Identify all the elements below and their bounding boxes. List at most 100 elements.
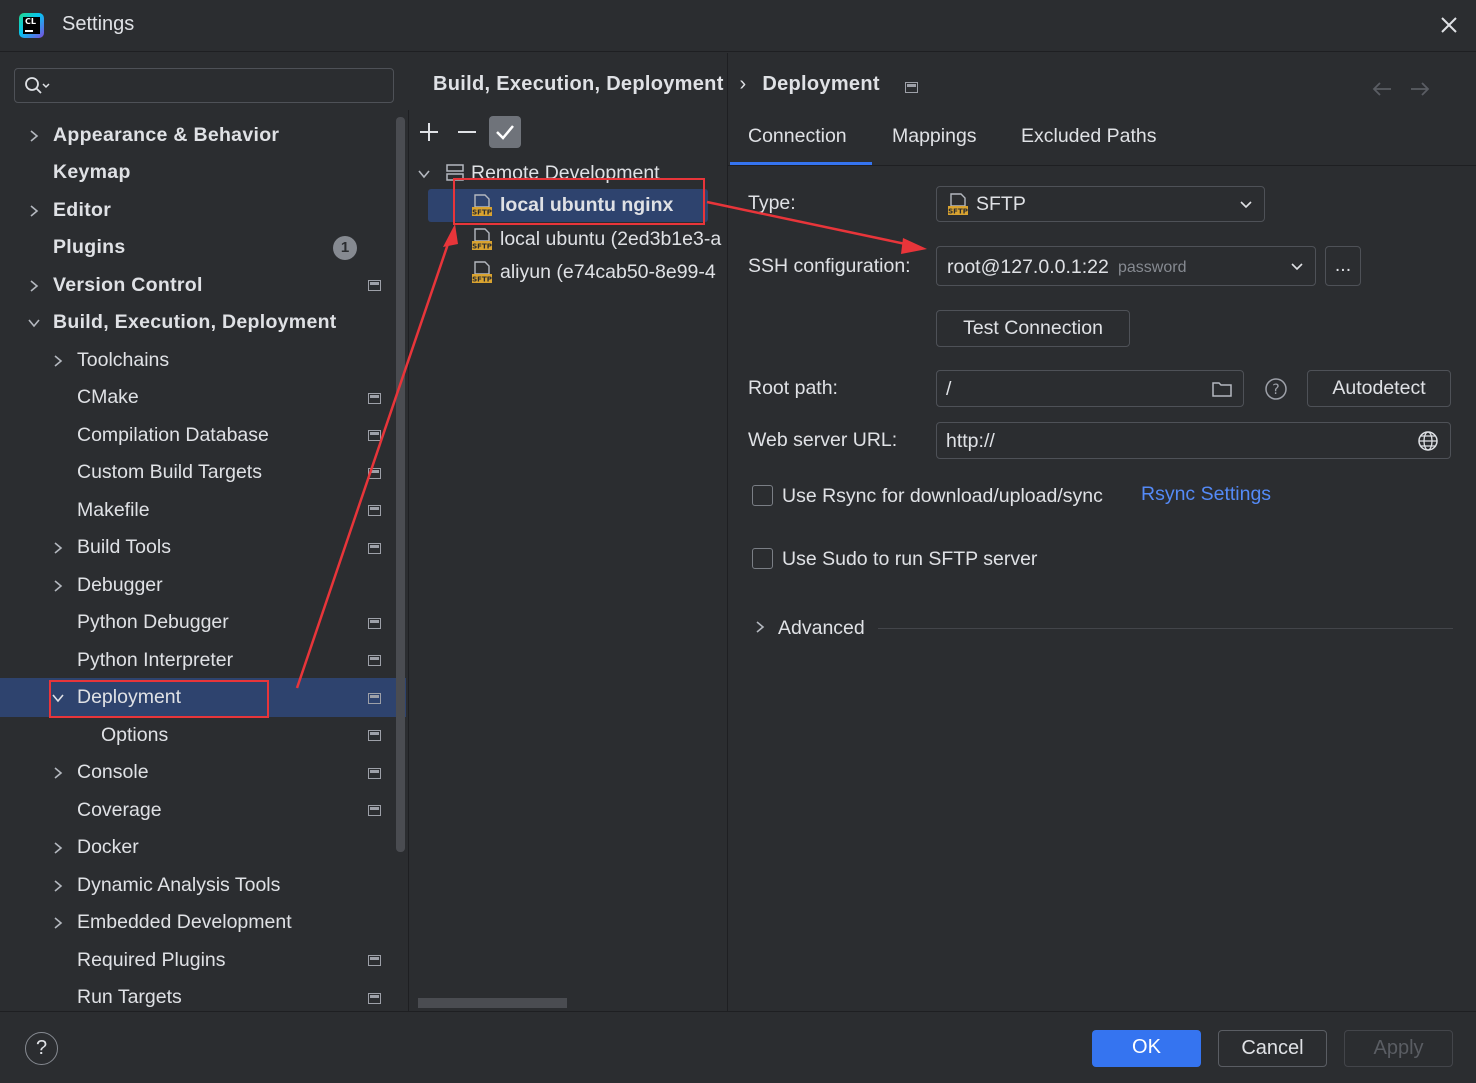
chevron-right-icon[interactable] <box>27 204 41 218</box>
sidebar-item-coverage[interactable]: Coverage <box>77 792 162 829</box>
chevron-right-icon[interactable] <box>27 129 41 143</box>
plugins-update-badge: 1 <box>333 236 357 260</box>
project-level-icon <box>368 280 381 291</box>
use-rsync-checkbox[interactable] <box>752 485 773 506</box>
server-item-local-ubuntu[interactable]: local ubuntu (2ed3b1e3-a <box>500 228 726 251</box>
chevron-right-icon[interactable] <box>51 354 65 368</box>
chevron-down-icon <box>1240 201 1252 209</box>
ssh-configuration-label: SSH configuration: <box>748 255 911 277</box>
breadcrumb-parent[interactable]: Build, Execution, Deployment <box>433 73 724 95</box>
type-select[interactable]: SFTP SFTP <box>936 186 1265 222</box>
advanced-separator <box>878 628 1453 629</box>
type-label: Type: <box>748 192 796 214</box>
add-icon[interactable] <box>413 116 445 148</box>
chevron-down-icon[interactable] <box>417 167 431 181</box>
web-server-url-value: http:// <box>946 430 995 452</box>
sftp-icon: SFTP <box>948 193 968 216</box>
ok-button[interactable]: OK <box>1092 1030 1201 1067</box>
project-level-icon <box>368 805 381 816</box>
sidebar-item-python-debugger[interactable]: Python Debugger <box>77 604 229 641</box>
chevron-down-icon[interactable] <box>27 316 41 330</box>
project-level-icon <box>368 430 381 441</box>
project-level-icon <box>368 993 381 1004</box>
chevron-right-icon[interactable] <box>51 541 65 555</box>
sidebar-item-makefile[interactable]: Makefile <box>77 492 150 529</box>
help-circle-icon[interactable]: ? <box>1264 377 1288 401</box>
web-server-url-label: Web server URL: <box>748 429 898 451</box>
folder-icon[interactable] <box>1211 379 1233 399</box>
project-level-icon <box>368 505 381 516</box>
project-level-icon <box>368 655 381 666</box>
sidebar-item-cmake[interactable]: CMake <box>77 379 139 416</box>
rsync-settings-link[interactable]: Rsync Settings <box>1141 483 1271 506</box>
root-path-input[interactable]: / <box>936 370 1244 407</box>
remove-icon[interactable] <box>451 116 483 148</box>
chevron-right-icon[interactable] <box>753 620 767 634</box>
close-icon[interactable] <box>1437 13 1461 37</box>
autodetect-button[interactable]: Autodetect <box>1307 370 1451 407</box>
ssh-auth-hint: password <box>1118 259 1187 276</box>
sidebar-item-required-plugins[interactable]: Required Plugins <box>77 942 226 979</box>
horizontal-scrollbar[interactable] <box>418 998 567 1008</box>
chevron-right-icon[interactable] <box>51 766 65 780</box>
sidebar-item-embedded-development[interactable]: Embedded Development <box>77 904 292 941</box>
help-button[interactable]: ? <box>25 1032 58 1065</box>
globe-icon[interactable] <box>1417 430 1439 452</box>
test-connection-button[interactable]: Test Connection <box>936 310 1130 347</box>
root-path-label: Root path: <box>748 377 838 399</box>
breadcrumb: Build, Execution, Deployment › Deploymen… <box>433 73 880 96</box>
tab-excluded-paths[interactable]: Excluded Paths <box>1021 125 1157 148</box>
cancel-button[interactable]: Cancel <box>1218 1030 1327 1067</box>
sidebar-item-appearance[interactable]: Appearance & Behavior <box>53 117 279 154</box>
breadcrumb-separator: › <box>739 73 747 95</box>
tab-connection[interactable]: Connection <box>748 125 847 148</box>
ssh-configuration-select[interactable]: root@127.0.0.1:22 password <box>936 246 1316 286</box>
use-rsync-label: Use Rsync for download/upload/sync <box>782 485 1103 507</box>
server-list-panel: Remote Development SFTP local ubuntu ngi… <box>408 110 726 1011</box>
sidebar-item-docker[interactable]: Docker <box>77 829 139 866</box>
sidebar-item-debugger[interactable]: Debugger <box>77 567 163 604</box>
help-glyph: ? <box>1272 382 1279 398</box>
chevron-right-icon[interactable] <box>51 916 65 930</box>
annotation-box-server <box>453 178 705 225</box>
sidebar-item-build-tools[interactable]: Build Tools <box>77 529 171 566</box>
sidebar-item-custom-build-targets[interactable]: Custom Build Targets <box>77 454 262 491</box>
sidebar-item-python-interpreter[interactable]: Python Interpreter <box>77 642 233 679</box>
chevron-right-icon[interactable] <box>51 879 65 893</box>
chevron-down-icon <box>1291 263 1303 271</box>
clion-logo-icon: CL <box>19 13 44 38</box>
sidebar-item-version-control[interactable]: Version Control <box>53 267 203 304</box>
sidebar-item-toolchains[interactable]: Toolchains <box>77 342 169 379</box>
web-server-url-input[interactable]: http:// <box>936 422 1451 459</box>
forward-arrow-icon[interactable] <box>1409 80 1431 98</box>
type-value: SFTP <box>976 193 1026 215</box>
ssh-configuration-more-button[interactable]: ... <box>1325 246 1361 286</box>
server-item-aliyun[interactable]: aliyun (e74cab50-8e99-4 <box>500 261 726 284</box>
chevron-right-icon[interactable] <box>51 841 65 855</box>
project-level-icon <box>368 730 381 741</box>
sidebar-item-console[interactable]: Console <box>77 754 149 791</box>
sftp-icon-text: SFTP <box>472 243 492 251</box>
back-arrow-icon[interactable] <box>1371 80 1393 98</box>
chevron-right-icon[interactable] <box>51 579 65 593</box>
sidebar-item-keymap[interactable]: Keymap <box>53 154 131 191</box>
sidebar-item-dynamic-analysis-tools[interactable]: Dynamic Analysis Tools <box>77 867 280 904</box>
ssh-configuration-value: root@127.0.0.1:22 <box>947 256 1109 278</box>
project-level-icon <box>368 768 381 779</box>
advanced-section-toggle[interactable]: Advanced <box>778 617 865 640</box>
chevron-right-icon[interactable] <box>27 279 41 293</box>
sftp-server-icon: SFTP <box>472 261 492 284</box>
sidebar-item-build-execution-deployment[interactable]: Build, Execution, Deployment <box>53 304 337 341</box>
active-tab-indicator <box>730 162 872 165</box>
use-sudo-label: Use Sudo to run SFTP server <box>782 548 1038 570</box>
set-default-check-icon[interactable] <box>489 116 521 148</box>
sidebar-scrollbar[interactable] <box>396 117 405 852</box>
sidebar-item-plugins[interactable]: Plugins <box>53 229 126 266</box>
search-input[interactable] <box>14 68 394 103</box>
apply-button[interactable]: Apply <box>1344 1030 1453 1067</box>
use-sudo-checkbox[interactable] <box>752 548 773 569</box>
sidebar-item-editor[interactable]: Editor <box>53 192 111 229</box>
sidebar-item-compilation-database[interactable]: Compilation Database <box>77 417 269 454</box>
sidebar-item-options[interactable]: Options <box>101 717 168 754</box>
tab-mappings[interactable]: Mappings <box>892 125 977 148</box>
